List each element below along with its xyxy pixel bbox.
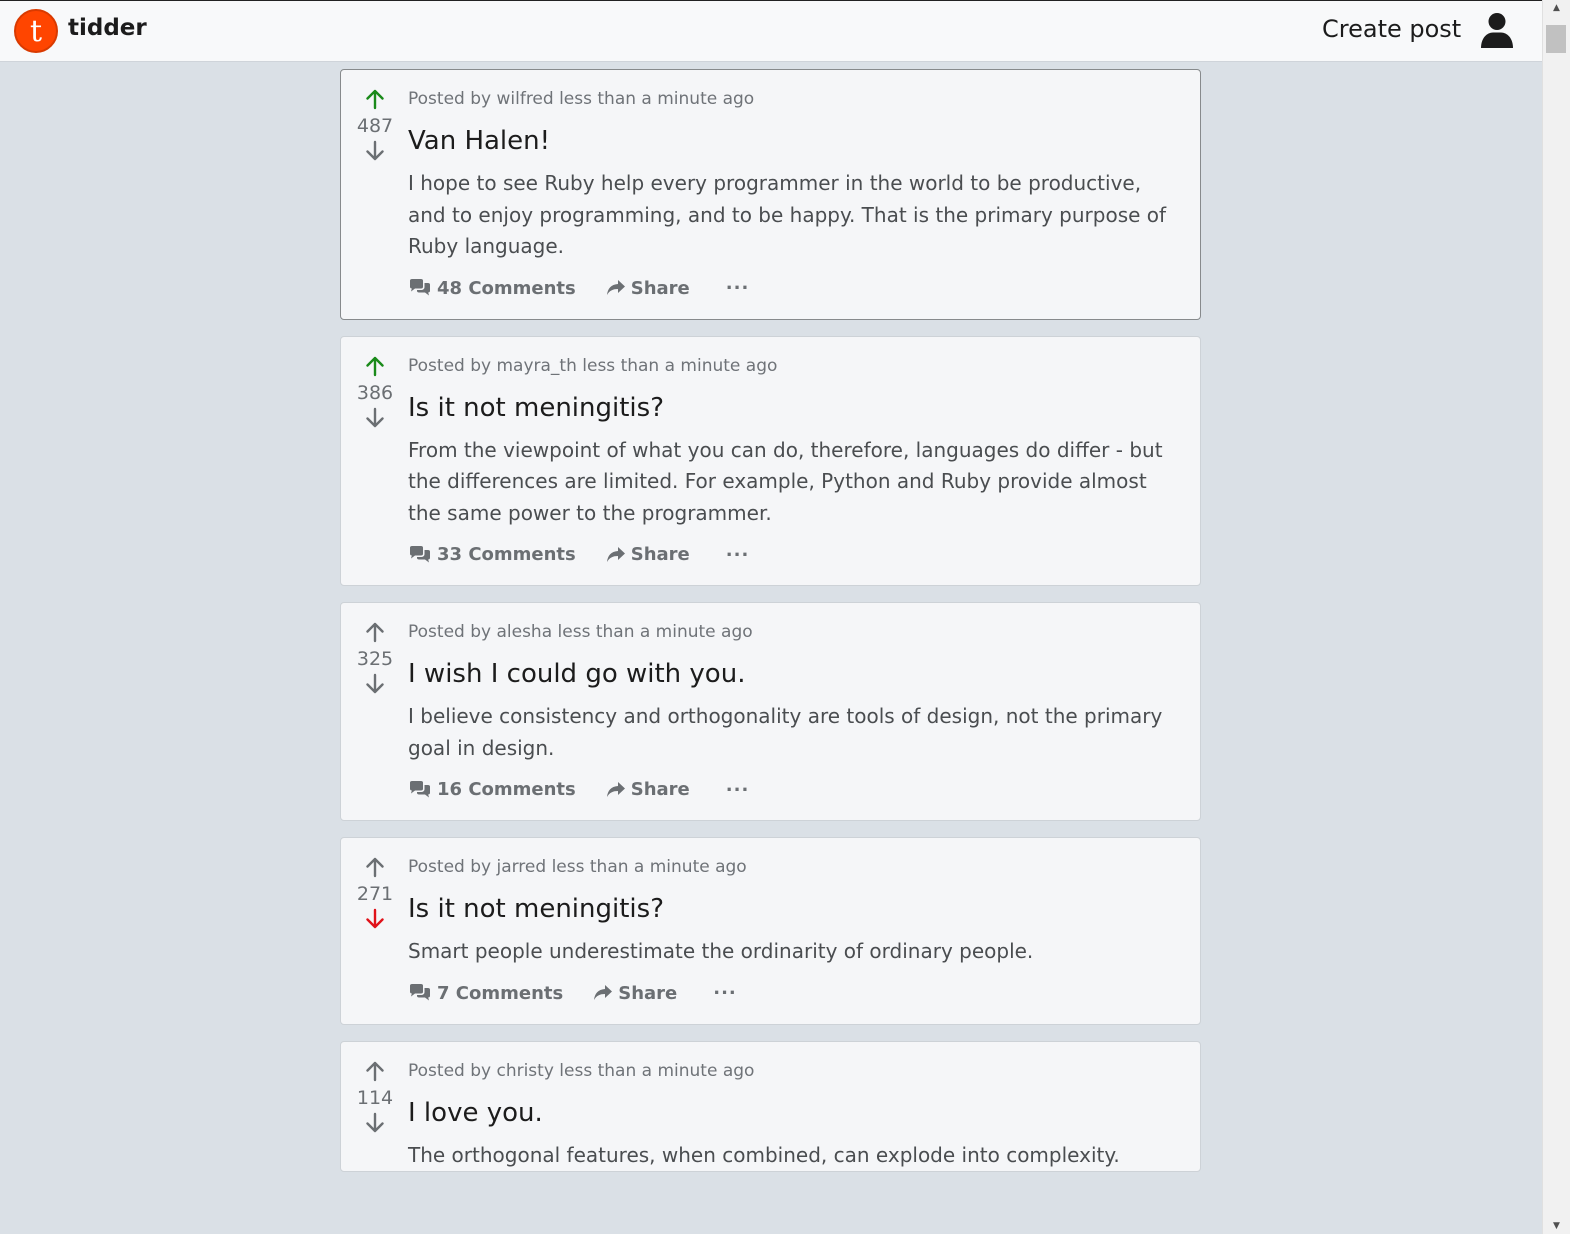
comments-button[interactable]: 7 Comments xyxy=(408,983,563,1004)
share-label: Share xyxy=(630,779,690,800)
downvote-arrow-icon[interactable] xyxy=(364,908,386,930)
share-button[interactable]: Share xyxy=(606,544,690,565)
post-title[interactable]: Van Halen! xyxy=(408,125,1170,157)
share-icon xyxy=(606,546,625,562)
share-button[interactable]: Share xyxy=(593,983,677,1004)
page-scrollbar[interactable]: ▲ ▼ xyxy=(1542,0,1570,1234)
post-body: The orthogonal features, when combined, … xyxy=(408,1142,1120,1167)
comments-count: 33 Comments xyxy=(437,544,576,565)
vote-column: 325 xyxy=(341,621,409,695)
share-icon xyxy=(606,781,625,797)
post-author-line: Posted by wilfred less than a minute ago xyxy=(408,89,755,109)
post-card[interactable]: 325 Posted by alesha less than a minute … xyxy=(340,602,1201,821)
post-title[interactable]: I love you. xyxy=(408,1097,1170,1129)
comments-button[interactable]: 48 Comments xyxy=(408,278,576,299)
top-navbar: t tidder Create post xyxy=(0,0,1542,62)
post-body: From the viewpoint of what you can do, t… xyxy=(408,437,1163,525)
post-author-line: Posted by jarred less than a minute ago xyxy=(408,857,747,877)
post-content: Posted by christy less than a minute ago… xyxy=(408,1042,1200,1172)
scroll-thumb[interactable] xyxy=(1546,25,1566,53)
downvote-arrow-icon[interactable] xyxy=(364,140,386,162)
comments-icon xyxy=(410,780,430,797)
vote-column: 487 xyxy=(341,88,409,162)
create-post-link[interactable]: Create post xyxy=(1322,15,1461,43)
post-actions: 33 Comments Share ... xyxy=(408,541,1170,585)
post-content: Posted by wilfred less than a minute ago… xyxy=(408,70,1200,319)
more-options-button[interactable]: ... xyxy=(726,275,750,293)
comments-icon xyxy=(410,545,430,562)
logo-letter: t xyxy=(29,14,43,49)
post-title[interactable]: I wish I could go with you. xyxy=(408,658,1170,690)
comments-icon xyxy=(410,984,430,1001)
comments-icon xyxy=(410,279,430,296)
share-label: Share xyxy=(630,544,690,565)
vote-column: 114 xyxy=(341,1060,409,1134)
post-author-line: Posted by mayra_th less than a minute ag… xyxy=(408,355,778,376)
more-options-button[interactable]: ... xyxy=(726,541,750,560)
user-icon[interactable] xyxy=(1480,12,1514,48)
more-options-button[interactable]: ... xyxy=(726,776,750,795)
comments-button[interactable]: 16 Comments xyxy=(408,779,576,800)
post-actions: 16 Comments Share ... xyxy=(408,776,1170,820)
post-author-line: Posted by christy less than a minute ago xyxy=(408,1060,755,1081)
more-options-button[interactable]: ... xyxy=(713,980,737,998)
upvote-arrow-icon[interactable] xyxy=(364,621,386,643)
post-actions: 48 Comments Share ... xyxy=(408,275,1170,319)
vote-score: 386 xyxy=(356,381,394,404)
vote-score: 271 xyxy=(356,883,394,905)
post-content: Posted by mayra_th less than a minute ag… xyxy=(408,337,1200,586)
post-feed: 487 Posted by wilfred less than a minute… xyxy=(340,69,1201,1188)
upvote-arrow-icon[interactable] xyxy=(364,1060,386,1082)
upvote-arrow-icon[interactable] xyxy=(364,856,386,878)
share-icon xyxy=(594,985,613,1000)
post-card[interactable]: 114 Posted by christy less than a minute… xyxy=(340,1040,1201,1172)
share-label: Share xyxy=(630,277,690,299)
scroll-up-arrow-icon[interactable]: ▲ xyxy=(1543,0,1570,16)
downvote-arrow-icon[interactable] xyxy=(364,673,386,695)
vote-score: 325 xyxy=(356,648,394,670)
comments-count: 48 Comments xyxy=(437,277,576,299)
post-body: I believe consistency and orthogonality … xyxy=(408,704,1163,760)
post-body: Smart people underestimate the ordinarit… xyxy=(408,939,1034,963)
post-author-line: Posted by alesha less than a minute ago xyxy=(408,622,753,642)
post-actions: 7 Comments Share ... xyxy=(408,980,1170,1024)
upvote-arrow-icon[interactable] xyxy=(364,88,386,110)
post-title[interactable]: Is it not meningitis? xyxy=(408,893,1170,925)
downvote-arrow-icon[interactable] xyxy=(364,407,386,429)
share-icon xyxy=(606,280,625,295)
scroll-down-arrow-icon[interactable]: ▼ xyxy=(1543,1218,1570,1234)
post-card[interactable]: 271 Posted by jarred less than a minute … xyxy=(340,837,1201,1025)
vote-score: 114 xyxy=(356,1086,394,1109)
post-body: I hope to see Ruby help every programmer… xyxy=(408,171,1167,258)
app: t tidder Create post 487 Posted by wilfr… xyxy=(0,0,1542,1234)
post-title[interactable]: Is it not meningitis? xyxy=(408,392,1170,424)
brand-name[interactable]: tidder xyxy=(68,15,147,41)
post-card[interactable]: 386 Posted by mayra_th less than a minut… xyxy=(340,335,1201,586)
vote-column: 271 xyxy=(341,856,409,930)
share-label: Share xyxy=(618,982,678,1004)
vote-score: 487 xyxy=(356,115,394,137)
comments-count: 7 Comments xyxy=(437,982,564,1004)
comments-button[interactable]: 33 Comments xyxy=(408,544,576,565)
vote-column: 386 xyxy=(341,355,409,429)
downvote-arrow-icon[interactable] xyxy=(364,1112,386,1134)
share-button[interactable]: Share xyxy=(606,779,690,800)
tidder-logo[interactable]: t xyxy=(14,9,58,53)
post-content: Posted by alesha less than a minute ago … xyxy=(408,603,1200,820)
post-content: Posted by jarred less than a minute ago … xyxy=(408,838,1200,1024)
comments-count: 16 Comments xyxy=(437,779,576,800)
upvote-arrow-icon[interactable] xyxy=(364,355,386,377)
share-button[interactable]: Share xyxy=(606,278,690,299)
post-card[interactable]: 487 Posted by wilfred less than a minute… xyxy=(340,69,1201,320)
